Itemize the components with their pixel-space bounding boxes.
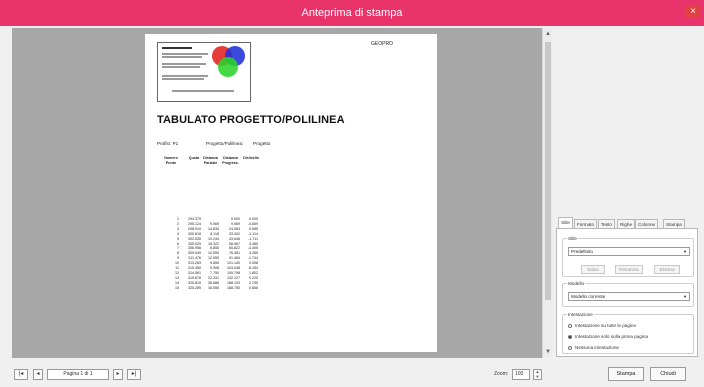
radio-icon	[568, 345, 572, 350]
tab-body: Stile Predefinito ▼ Salva Rinomina Elimi…	[556, 228, 698, 357]
scroll-thumb[interactable]	[545, 42, 551, 300]
print-preview-area: GEOPRO TABULATO PROGETTO/POLILINEA Profi…	[12, 28, 542, 358]
spin-down-icon[interactable]: ▼	[534, 374, 541, 380]
tab-righe[interactable]: Righe	[617, 219, 636, 228]
preview-page: GEOPRO TABULATO PROGETTO/POLILINEA Profi…	[145, 34, 437, 352]
zoom-label: Zoom:	[494, 371, 509, 377]
save-style-button[interactable]: Salva	[581, 265, 605, 274]
project-label: Progetto	[253, 141, 271, 146]
close-button[interactable]: Chiudi	[650, 367, 686, 381]
rename-style-button[interactable]: Rinomina	[615, 265, 643, 274]
profile-label: Profilo: P1	[157, 141, 179, 146]
radio-all-pages[interactable]: Intestazione su tutte le pagine	[568, 323, 636, 329]
model-select-value: Modello corrente	[571, 294, 606, 299]
tab-stile[interactable]: Stile	[558, 217, 573, 228]
logo	[157, 42, 251, 102]
radio-selected-icon	[568, 334, 572, 339]
style-group-label: Stile	[567, 236, 578, 241]
model-select[interactable]: Modello corrente ▼	[568, 292, 690, 301]
table-cell: 168.750	[227, 285, 240, 290]
radio-first-page[interactable]: Intestazione solo sulla prima pagina	[568, 334, 648, 340]
table-cell: 16.555	[208, 285, 219, 290]
model-group-label: Modello	[567, 281, 586, 286]
radio-no-header[interactable]: Nessuna intestazione	[568, 345, 619, 351]
table-cell: 15	[175, 285, 179, 290]
title-bar: Anteprima di stampa ×	[0, 0, 704, 26]
color-circles-icon	[212, 46, 248, 80]
company-name: GEOPRO	[371, 41, 393, 47]
settings-panel: Stile Formato Testo Righe Colonne Stampa…	[556, 217, 698, 357]
zoom-input[interactable]: 100	[512, 369, 530, 380]
last-page-button[interactable]: ▸|	[127, 369, 141, 380]
header-group: Intestazione Intestazione su tutte le pa…	[562, 312, 694, 354]
tab-testo[interactable]: Testo	[598, 219, 615, 228]
print-button[interactable]: Stampa	[608, 367, 644, 381]
zoom-spinner[interactable]: ▲ ▼	[533, 369, 542, 380]
table-header: Numero Punto	[164, 156, 178, 165]
tab-formato[interactable]: Formato	[574, 219, 598, 228]
table-header: Quota	[188, 156, 200, 160]
status-bar: |◂ ◂ Pagina 1 di 1 ▸ ▸| Zoom: 100 ▲ ▼ St…	[0, 358, 704, 387]
table-header: Distanza Progress.	[222, 156, 239, 165]
radio-label: Intestazione su tutte le pagine	[575, 323, 637, 328]
page-info: Pagina 1 di 1	[47, 369, 109, 380]
tab-colonne[interactable]: Colonne	[635, 219, 659, 228]
radio-label: Intestazione solo sulla prima pagina	[575, 334, 649, 339]
style-select-value: Predefinito	[571, 249, 593, 254]
style-group: Stile Predefinito ▼ Salva Rinomina Elimi…	[562, 236, 694, 277]
first-page-button[interactable]: |◂	[14, 369, 28, 380]
tab-stampa[interactable]: Stampa	[663, 219, 685, 228]
vertical-scrollbar[interactable]: ▲ ▼	[542, 28, 552, 358]
polyline-label: Progetto/Polilinea:	[206, 141, 244, 146]
delete-style-button[interactable]: Elimina	[654, 265, 680, 274]
table-cell: 325.289	[188, 285, 201, 290]
table-cell: 0.656	[249, 285, 258, 290]
prev-page-button[interactable]: ◂	[33, 369, 43, 380]
scroll-up-icon[interactable]: ▲	[544, 30, 552, 38]
next-page-button[interactable]: ▸	[113, 369, 123, 380]
chevron-down-icon: ▼	[683, 294, 687, 299]
table-header: Distanza Parziale	[203, 156, 218, 165]
model-group: Modello Modello corrente ▼	[562, 281, 694, 307]
window-title: Anteprima di stampa	[301, 7, 403, 19]
radio-label: Nessuna intestazione	[575, 345, 619, 350]
table-header: Dislivello	[243, 156, 259, 160]
header-group-label: Intestazione	[567, 312, 594, 317]
document-title: TABULATO PROGETTO/POLILINEA	[157, 114, 345, 126]
style-select[interactable]: Predefinito ▼	[568, 247, 690, 256]
close-icon[interactable]: ×	[686, 6, 700, 18]
radio-icon	[568, 323, 572, 328]
scroll-down-icon[interactable]: ▼	[544, 348, 552, 356]
chevron-down-icon: ▼	[683, 249, 687, 254]
